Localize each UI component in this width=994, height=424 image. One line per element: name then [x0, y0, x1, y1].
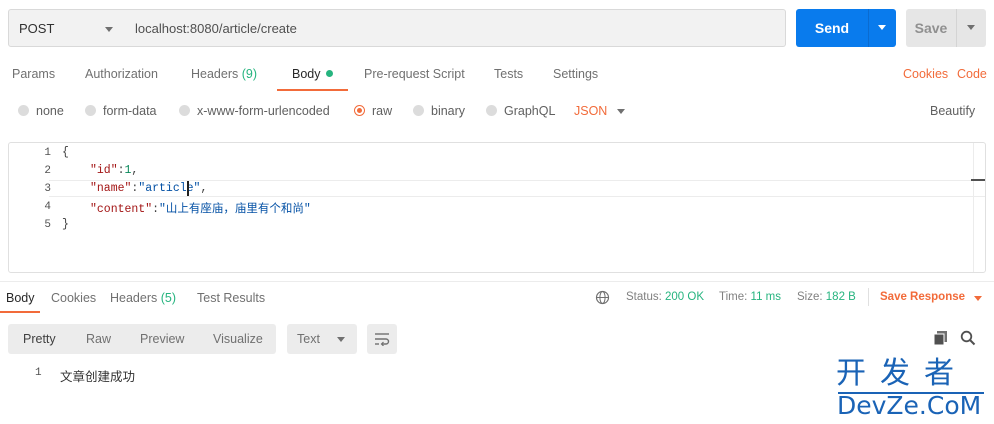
- response-tab-headers-count: (5): [160, 291, 177, 305]
- radio-raw-label[interactable]: raw: [372, 104, 392, 118]
- beautify-link[interactable]: Beautify: [930, 104, 975, 118]
- response-tab-cookies[interactable]: Cookies: [51, 291, 96, 305]
- radio-binary-label[interactable]: binary: [431, 104, 465, 118]
- text-cursor: [187, 181, 189, 196]
- json-value-id: 1: [124, 164, 132, 177]
- wrap-icon: [375, 333, 390, 346]
- editor-scrollbar[interactable]: [973, 143, 986, 272]
- method-select[interactable]: POST: [8, 9, 124, 47]
- tab-tests[interactable]: Tests: [494, 67, 523, 81]
- code-line-id: "id":1,: [90, 164, 139, 177]
- line-number: 3: [44, 183, 51, 195]
- code-open-brace: {: [62, 146, 69, 159]
- section-divider: [0, 281, 994, 282]
- radio-urlencoded[interactable]: [179, 105, 190, 116]
- radio-binary[interactable]: [413, 105, 424, 116]
- json-key-content: "content": [90, 203, 153, 216]
- send-button[interactable]: Send: [796, 9, 868, 47]
- tab-prerequest-script[interactable]: Pre-request Script: [364, 67, 465, 81]
- tab-body[interactable]: Body: [292, 67, 333, 81]
- save-button[interactable]: Save: [906, 9, 956, 47]
- line-number: 2: [44, 165, 51, 177]
- code-link[interactable]: Code: [957, 67, 987, 81]
- radio-graphql-label[interactable]: GraphQL: [504, 104, 555, 118]
- json-key-name: "name": [90, 182, 132, 195]
- line-number: 1: [44, 147, 51, 159]
- response-tab-test-results[interactable]: Test Results: [197, 291, 265, 305]
- response-format-select[interactable]: Text: [287, 324, 357, 354]
- status-dot-icon: [325, 70, 333, 77]
- chevron-down-icon[interactable]: [974, 296, 982, 301]
- json-key-id: "id": [90, 164, 118, 177]
- view-pretty[interactable]: Pretty: [23, 332, 56, 346]
- watermark-logo-bottom: DevZe.CoM: [837, 391, 982, 420]
- chevron-down-icon: [967, 25, 975, 30]
- code-line-content: "content":"山上有座庙，庙里有个和尚": [90, 203, 311, 216]
- line-number: 5: [44, 219, 51, 231]
- time-label: Time:: [719, 291, 748, 303]
- tab-body-label: Body: [292, 67, 321, 81]
- save-response-button[interactable]: Save Response: [880, 291, 965, 303]
- response-tab-headers-label: Headers: [110, 291, 158, 305]
- size-label: Size:: [797, 291, 823, 303]
- radio-form-data-label[interactable]: form-data: [103, 104, 157, 118]
- url-input[interactable]: [123, 9, 786, 47]
- json-value-content: "山上有座庙，庙里有个和尚": [159, 203, 311, 216]
- chevron-down-icon[interactable]: [617, 109, 625, 114]
- response-tab-body[interactable]: Body: [6, 291, 35, 305]
- view-preview[interactable]: Preview: [140, 332, 184, 346]
- tab-settings[interactable]: Settings: [553, 67, 598, 81]
- method-label: POST: [19, 21, 55, 36]
- tab-params[interactable]: Params: [12, 67, 55, 81]
- wrap-lines-button[interactable]: [367, 324, 397, 354]
- tab-headers-count: (9): [241, 67, 258, 81]
- view-raw[interactable]: Raw: [86, 332, 111, 346]
- copy-icon[interactable]: [933, 330, 949, 346]
- line-number: 4: [44, 201, 51, 213]
- chevron-down-icon: [105, 27, 113, 32]
- tab-headers[interactable]: Headers (9): [191, 67, 257, 81]
- size-readout: Size: 182 B: [797, 291, 856, 303]
- save-options-button[interactable]: [956, 9, 986, 47]
- format-select-label: JSON: [574, 104, 608, 118]
- size-value: 182 B: [825, 291, 856, 303]
- view-visualize[interactable]: Visualize: [213, 332, 263, 346]
- meta-divider: [868, 288, 869, 306]
- save-response-label: Save Response: [880, 291, 966, 303]
- globe-icon[interactable]: [595, 290, 610, 305]
- chevron-down-icon: [878, 25, 886, 30]
- active-tab-indicator: [277, 89, 348, 91]
- tab-authorization[interactable]: Authorization: [85, 67, 158, 81]
- watermark-logo-top: 开发者: [836, 356, 968, 391]
- radio-none[interactable]: [18, 105, 29, 116]
- radio-form-data[interactable]: [85, 105, 96, 116]
- request-body-editor[interactable]: 1 2 3 4 5 { "id":1, "name":"article", "c…: [8, 142, 986, 273]
- search-icon[interactable]: [960, 330, 976, 346]
- code-line-name: "name":"article",: [90, 182, 208, 195]
- code-close-brace: }: [62, 218, 69, 231]
- status-label: Status:: [626, 291, 662, 303]
- radio-none-label[interactable]: none: [36, 104, 64, 118]
- tab-headers-label: Headers: [191, 67, 239, 81]
- time-value: 11 ms: [750, 291, 781, 303]
- cookies-link[interactable]: Cookies: [903, 67, 948, 81]
- radio-raw[interactable]: [354, 105, 365, 116]
- active-tab-indicator: [0, 311, 40, 313]
- radio-urlencoded-label[interactable]: x-www-form-urlencoded: [197, 104, 330, 118]
- chevron-down-icon: [337, 337, 345, 342]
- response-line-number: 1: [35, 367, 42, 379]
- time-readout: Time: 11 ms: [719, 291, 781, 303]
- response-body-text: 文章创建成功: [60, 370, 136, 384]
- response-tab-headers[interactable]: Headers (5): [110, 291, 176, 305]
- scrollbar-marker: [971, 179, 985, 181]
- json-value-name: "article": [138, 182, 201, 195]
- status-value: 200 OK: [665, 291, 705, 303]
- response-format-label: Text: [297, 332, 320, 346]
- radio-graphql[interactable]: [486, 105, 497, 116]
- send-options-button[interactable]: [868, 9, 896, 47]
- status-readout: Status: 200 OK: [626, 291, 704, 303]
- format-select[interactable]: JSON: [574, 104, 607, 118]
